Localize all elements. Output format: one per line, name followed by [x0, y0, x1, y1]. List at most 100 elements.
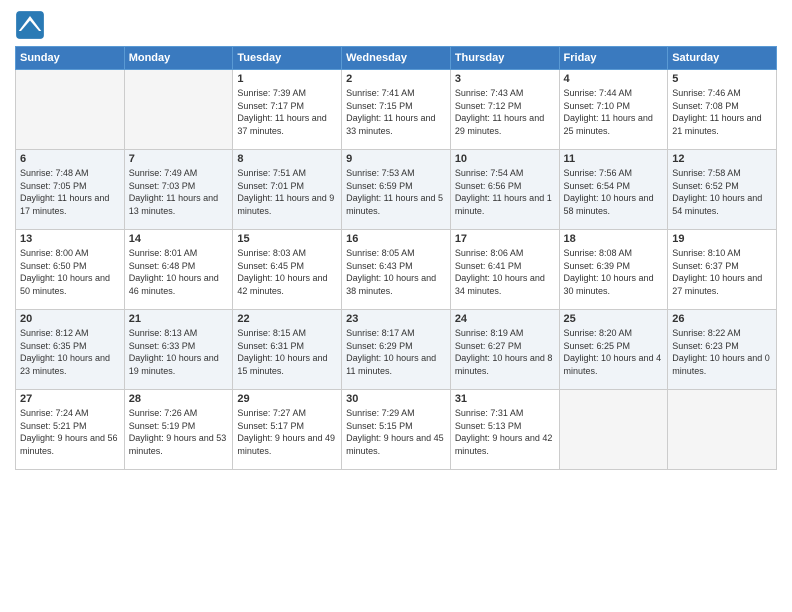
day-cell: 23Sunrise: 8:17 AM Sunset: 6:29 PM Dayli… [342, 310, 451, 390]
day-cell: 13 Sunrise: 8:00 AM Sunset: 6:50 PM Dayli… [16, 230, 125, 310]
day-number: 11 [564, 153, 664, 165]
col-header-monday: Monday [124, 47, 233, 70]
day-number: 15 [237, 233, 337, 245]
day-number: 29 [237, 393, 337, 405]
col-header-sunday: Sunday [16, 47, 125, 70]
day-cell: 25 Sunrise: 8:20 AM Sunset: 6:25 PM Dayli… [559, 310, 668, 390]
day-cell: 15 Sunrise: 8:03 AM Sunset: 6:45 PM Dayli… [233, 230, 342, 310]
day-info: Sunrise: 7:24 AM Sunset: 5:21 PM Dayligh… [20, 407, 120, 457]
day-cell: 26Sunrise: 8:22 AM Sunset: 6:23 PM Dayli… [668, 310, 777, 390]
day-number: 13 [20, 233, 120, 245]
day-info: Sunrise: 8:22 AM Sunset: 6:23 PM Dayligh… [672, 327, 772, 377]
day-info: Sunrise: 7:53 AM Sunset: 6:59 PM Dayligh… [346, 167, 446, 217]
day-number: 3 [455, 73, 555, 85]
day-info: Sunrise: 7:26 AM Sunset: 5:19 PM Dayligh… [129, 407, 229, 457]
day-cell: 4 Sunrise: 7:44 AM Sunset: 7:10 PM Daylig… [559, 70, 668, 150]
day-number: 16 [346, 233, 446, 245]
week-row-5: 27 Sunrise: 7:24 AM Sunset: 5:21 PM Dayli… [16, 390, 777, 470]
day-info: Sunrise: 8:05 AM Sunset: 6:43 PM Dayligh… [346, 247, 446, 297]
day-number: 20 [20, 313, 120, 325]
day-info: Sunrise: 7:48 AM Sunset: 7:05 PM Dayligh… [20, 167, 120, 217]
day-cell: 28 Sunrise: 7:26 AM Sunset: 5:19 PM Dayli… [124, 390, 233, 470]
col-header-friday: Friday [559, 47, 668, 70]
day-info: Sunrise: 7:58 AM Sunset: 6:52 PM Dayligh… [672, 167, 772, 217]
day-cell: 14Sunrise: 8:01 AM Sunset: 6:48 PM Dayli… [124, 230, 233, 310]
day-number: 4 [564, 73, 664, 85]
day-cell: 8Sunrise: 7:51 AM Sunset: 7:01 PM Daylig… [233, 150, 342, 230]
day-cell: 1 Sunrise: 7:39 AM Sunset: 7:17 PM Daylig… [233, 70, 342, 150]
calendar-page: SundayMondayTuesdayWednesdayThursdayFrid… [0, 0, 792, 612]
logo-icon [15, 10, 45, 40]
day-cell: 11 Sunrise: 7:56 AM Sunset: 6:54 PM Dayli… [559, 150, 668, 230]
day-number: 5 [672, 73, 772, 85]
day-info: Sunrise: 8:00 AM Sunset: 6:50 PM Dayligh… [20, 247, 120, 297]
day-cell [668, 390, 777, 470]
day-number: 22 [237, 313, 337, 325]
day-cell: 2 Sunrise: 7:41 AM Sunset: 7:15 PM Daylig… [342, 70, 451, 150]
day-cell: 12 Sunrise: 7:58 AM Sunset: 6:52 PM Dayli… [668, 150, 777, 230]
day-info: Sunrise: 8:10 AM Sunset: 6:37 PM Dayligh… [672, 247, 772, 297]
day-info: Sunrise: 7:56 AM Sunset: 6:54 PM Dayligh… [564, 167, 664, 217]
day-number: 8 [237, 153, 337, 165]
day-info: Sunrise: 8:01 AM Sunset: 6:48 PM Dayligh… [129, 247, 229, 297]
day-info: Sunrise: 7:31 AM Sunset: 5:13 PM Dayligh… [455, 407, 555, 457]
day-cell: 16 Sunrise: 8:05 AM Sunset: 6:43 PM Dayli… [342, 230, 451, 310]
day-cell: 27 Sunrise: 7:24 AM Sunset: 5:21 PM Dayli… [16, 390, 125, 470]
day-cell [16, 70, 125, 150]
week-row-4: 20 Sunrise: 8:12 AM Sunset: 6:35 PM Dayli… [16, 310, 777, 390]
week-row-1: 1 Sunrise: 7:39 AM Sunset: 7:17 PM Daylig… [16, 70, 777, 150]
day-cell: 30Sunrise: 7:29 AM Sunset: 5:15 PM Dayli… [342, 390, 451, 470]
day-info: Sunrise: 7:49 AM Sunset: 7:03 PM Dayligh… [129, 167, 229, 217]
day-number: 18 [564, 233, 664, 245]
day-cell: 7Sunrise: 7:49 AM Sunset: 7:03 PM Daylig… [124, 150, 233, 230]
day-number: 6 [20, 153, 120, 165]
header [15, 10, 777, 40]
day-cell: 9 Sunrise: 7:53 AM Sunset: 6:59 PM Daylig… [342, 150, 451, 230]
day-info: Sunrise: 7:44 AM Sunset: 7:10 PM Dayligh… [564, 87, 664, 137]
day-number: 12 [672, 153, 772, 165]
day-cell: 24Sunrise: 8:19 AM Sunset: 6:27 PM Dayli… [450, 310, 559, 390]
day-cell: 18Sunrise: 8:08 AM Sunset: 6:39 PM Dayli… [559, 230, 668, 310]
day-cell: 6 Sunrise: 7:48 AM Sunset: 7:05 PM Daylig… [16, 150, 125, 230]
day-info: Sunrise: 8:20 AM Sunset: 6:25 PM Dayligh… [564, 327, 664, 377]
day-number: 23 [346, 313, 446, 325]
col-header-saturday: Saturday [668, 47, 777, 70]
day-info: Sunrise: 7:39 AM Sunset: 7:17 PM Dayligh… [237, 87, 337, 137]
day-info: Sunrise: 7:29 AM Sunset: 5:15 PM Dayligh… [346, 407, 446, 457]
day-cell: 17Sunrise: 8:06 AM Sunset: 6:41 PM Dayli… [450, 230, 559, 310]
day-number: 28 [129, 393, 229, 405]
day-number: 9 [346, 153, 446, 165]
day-info: Sunrise: 8:15 AM Sunset: 6:31 PM Dayligh… [237, 327, 337, 377]
day-info: Sunrise: 7:54 AM Sunset: 6:56 PM Dayligh… [455, 167, 555, 217]
day-cell: 5Sunrise: 7:46 AM Sunset: 7:08 PM Daylig… [668, 70, 777, 150]
day-number: 27 [20, 393, 120, 405]
calendar-table: SundayMondayTuesdayWednesdayThursdayFrid… [15, 46, 777, 470]
day-number: 1 [237, 73, 337, 85]
day-info: Sunrise: 8:12 AM Sunset: 6:35 PM Dayligh… [20, 327, 120, 377]
day-cell [124, 70, 233, 150]
day-info: Sunrise: 7:27 AM Sunset: 5:17 PM Dayligh… [237, 407, 337, 457]
day-info: Sunrise: 8:13 AM Sunset: 6:33 PM Dayligh… [129, 327, 229, 377]
day-cell: 22 Sunrise: 8:15 AM Sunset: 6:31 PM Dayli… [233, 310, 342, 390]
week-row-2: 6 Sunrise: 7:48 AM Sunset: 7:05 PM Daylig… [16, 150, 777, 230]
day-number: 24 [455, 313, 555, 325]
day-cell: 3 Sunrise: 7:43 AM Sunset: 7:12 PM Daylig… [450, 70, 559, 150]
day-number: 2 [346, 73, 446, 85]
header-row: SundayMondayTuesdayWednesdayThursdayFrid… [16, 47, 777, 70]
col-header-tuesday: Tuesday [233, 47, 342, 70]
logo [15, 10, 49, 40]
day-info: Sunrise: 7:43 AM Sunset: 7:12 PM Dayligh… [455, 87, 555, 137]
day-info: Sunrise: 8:03 AM Sunset: 6:45 PM Dayligh… [237, 247, 337, 297]
week-row-3: 13 Sunrise: 8:00 AM Sunset: 6:50 PM Dayli… [16, 230, 777, 310]
day-number: 17 [455, 233, 555, 245]
day-info: Sunrise: 7:41 AM Sunset: 7:15 PM Dayligh… [346, 87, 446, 137]
day-number: 31 [455, 393, 555, 405]
day-cell: 31 Sunrise: 7:31 AM Sunset: 5:13 PM Dayli… [450, 390, 559, 470]
day-number: 10 [455, 153, 555, 165]
day-cell: 29 Sunrise: 7:27 AM Sunset: 5:17 PM Dayli… [233, 390, 342, 470]
col-header-thursday: Thursday [450, 47, 559, 70]
day-cell: 19 Sunrise: 8:10 AM Sunset: 6:37 PM Dayli… [668, 230, 777, 310]
day-number: 25 [564, 313, 664, 325]
day-number: 19 [672, 233, 772, 245]
col-header-wednesday: Wednesday [342, 47, 451, 70]
